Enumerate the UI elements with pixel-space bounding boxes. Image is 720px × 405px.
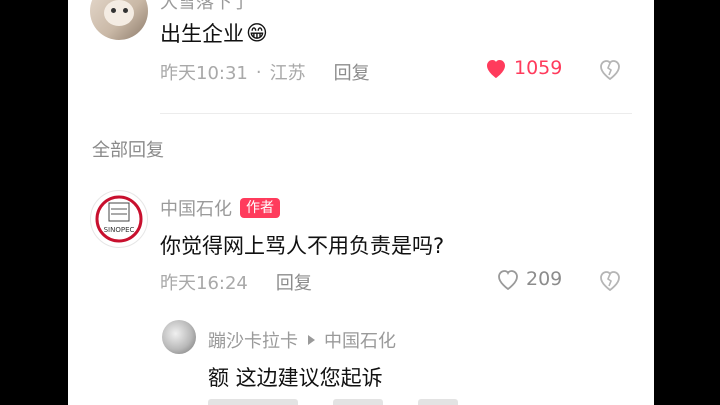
author-reply-like-button[interactable]: 209 [496,268,562,290]
top-comment-like-button[interactable]: 1059 [484,57,562,79]
top-comment-dislike-button[interactable] [598,58,622,80]
section-title-all-replies: 全部回复 [92,140,164,161]
nested-reply-header: 蹦沙卡拉卡 中国石化 [208,327,396,353]
top-comment-author[interactable]: 大雪落下了 [160,0,250,14]
heart-filled-icon [484,57,508,79]
divider [160,113,632,114]
grin-emoji-icon: 😁 [246,21,268,45]
avatar-author[interactable]: SINOPEC [90,190,148,248]
top-comment-location: 江苏 [269,63,306,84]
comment-panel: 大雪落下了 出生企业 😁 昨天10:31 · 江苏 回复 1059 全部回复 S… [68,0,654,405]
top-comment-body: 出生企业 [160,22,244,46]
top-comment-time: 昨天10:31 [160,63,248,84]
top-comment-reply-button[interactable]: 回复 [334,59,370,85]
author-reply-text: 你觉得网上骂人不用负责是吗? [160,234,445,258]
nested-reply-target[interactable]: 中国石化 [324,327,396,353]
reply-arrow-icon [306,334,316,346]
top-comment-meta: 昨天10:31 · 江苏 回复 [160,59,370,85]
author-reply-like-count: 209 [526,268,563,290]
nested-reply-author[interactable]: 蹦沙卡拉卡 [208,327,298,353]
author-reply-reply-button[interactable]: 回复 [276,269,312,295]
nested-reply-text: 额 这边建议您起诉 [208,366,383,390]
author-reply-meta: 昨天16:24 回复 [160,269,312,295]
meta-separator: · [255,61,262,83]
author-reply-dislike-button[interactable] [598,269,622,291]
avatar-top-commenter[interactable] [90,0,148,40]
top-comment-like-count: 1059 [514,57,563,79]
broken-heart-icon [600,271,620,291]
author-reply-header: 中国石化 作者 [160,195,280,221]
avatar-logo-text: SINOPEC [104,226,135,234]
heart-outline-icon [496,268,520,290]
top-comment-text: 出生企业 😁 [160,18,268,48]
avatar-nested-replier[interactable] [162,320,196,354]
author-reply-time: 昨天16:24 [160,273,248,294]
nested-reply-meta-cutoff [208,398,628,405]
author-name[interactable]: 中国石化 [160,195,232,221]
broken-heart-icon [600,60,620,80]
author-tag-badge: 作者 [240,198,280,218]
